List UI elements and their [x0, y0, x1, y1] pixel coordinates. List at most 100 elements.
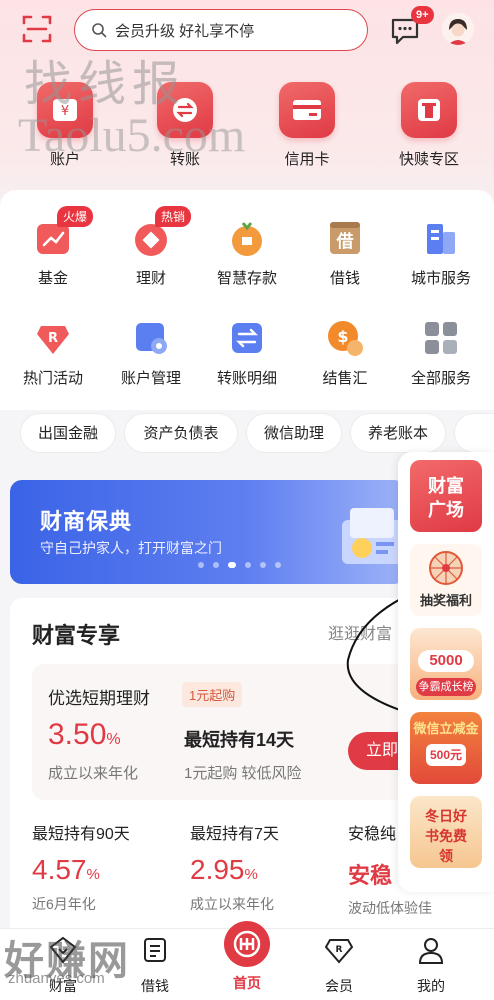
search-placeholder: 会员升级 好礼享不停	[115, 22, 255, 40]
product-head: 最短持有90天	[32, 826, 130, 843]
service-city-label: 城市服务	[410, 270, 471, 287]
lottery-button[interactable]: 抽奖福利	[410, 544, 482, 616]
home-logo-icon	[224, 921, 270, 967]
all-services-icon	[421, 318, 461, 358]
service-exchange-label: 结售汇	[322, 370, 368, 387]
service-borrow-label: 借钱	[329, 270, 360, 287]
hot-tag: 火爆	[57, 206, 94, 227]
wechat-coupon-amount: 500元	[426, 744, 466, 766]
nav-profile[interactable]: 我的	[396, 935, 466, 996]
banner-illustration-icon	[342, 508, 402, 564]
promo-banner[interactable]: 财商保典 守自己护家人，打开财富之门	[10, 480, 406, 584]
product-hold-desc: 1元起购 较低风险	[184, 765, 302, 782]
fund-icon: 火爆	[33, 206, 94, 258]
svg-text:R: R	[48, 331, 58, 346]
watermark-url: Taolu5.com	[18, 109, 246, 162]
deposit-icon	[227, 218, 267, 258]
watermark-logo-url: zhuanyes.com	[8, 970, 105, 987]
growth-button-label: 争霸成长榜	[416, 678, 476, 696]
chip-pension[interactable]: 养老账本	[350, 413, 446, 453]
growth-rank-button[interactable]: 5000 争霸成长榜	[410, 628, 482, 700]
product-7-days[interactable]: 最短持有7天 2.95% 成立以来年化	[190, 820, 279, 914]
service-city[interactable]: 城市服务	[392, 218, 490, 288]
borrow-icon: 借	[325, 218, 365, 258]
svg-text:$: $	[337, 327, 348, 346]
nav-member[interactable]: R 会员	[304, 935, 374, 996]
borrow-glyph: 借	[336, 232, 354, 251]
watermark-text: 找线报	[24, 56, 187, 112]
wechat-coupon-button[interactable]: 微信立减金 500元	[410, 712, 482, 784]
tile-redeem-label: 快赎专区	[398, 151, 459, 168]
product-value: 4.57%	[32, 854, 100, 885]
service-activity-label: 热门活动	[22, 370, 83, 387]
product-rate: 3.50%	[48, 718, 121, 751]
bestseller-tag: 热销	[155, 206, 192, 227]
chip-wechat[interactable]: 微信助理	[246, 413, 342, 453]
service-account-manage[interactable]: 账户管理	[102, 318, 200, 388]
service-all-label: 全部服务	[410, 370, 471, 387]
growth-amount: 5000	[418, 650, 474, 672]
service-exchange[interactable]: $ 结售汇	[296, 318, 394, 388]
finance-icon: 热销	[131, 206, 192, 258]
service-deposit[interactable]: 智慧存款	[198, 218, 296, 288]
borrow-nav-icon	[144, 938, 166, 962]
nav-home-label: 首页	[233, 975, 261, 991]
service-transfer-detail[interactable]: 转账明细	[198, 318, 296, 388]
service-finance-label: 理财	[135, 270, 166, 287]
activity-icon: R	[33, 318, 73, 358]
exchange-icon: $	[325, 318, 365, 358]
product-head: 最短持有7天	[190, 826, 279, 843]
chip-balance-sheet[interactable]: 资产负债表	[124, 413, 238, 453]
nav-member-label: 会员	[325, 978, 353, 994]
product-tag: 1元起购	[182, 682, 243, 707]
avatar-face-icon	[442, 13, 474, 45]
service-borrow[interactable]: 借 借钱	[296, 218, 394, 288]
wealth-title: 财富专享	[32, 623, 121, 648]
nav-profile-label: 我的	[417, 978, 445, 994]
redeem-icon	[401, 82, 457, 138]
chip-overseas[interactable]: 出国金融	[20, 413, 116, 453]
credit-card-icon	[279, 82, 335, 138]
tile-credit-card-label: 信用卡	[284, 151, 330, 168]
product-90-days[interactable]: 最短持有90天 4.57% 近6月年化	[32, 820, 130, 914]
service-deposit-label: 智慧存款	[216, 270, 277, 287]
service-fund-label: 基金	[37, 270, 68, 287]
member-icon: R	[324, 939, 354, 964]
chip-more[interactable]	[454, 413, 494, 453]
lottery-label: 抽奖福利	[419, 593, 472, 608]
nav-home[interactable]: 首页	[212, 921, 282, 993]
banner-title: 财商保典	[40, 509, 133, 534]
account-manage-icon	[131, 318, 171, 358]
product-name: 优选短期理财	[48, 689, 150, 708]
lottery-wheel-icon	[429, 551, 463, 585]
product-desc: 波动低体验佳	[348, 900, 432, 916]
banner-pagination	[198, 562, 281, 568]
nav-borrow-label: 借钱	[141, 978, 169, 994]
product-desc: 成立以来年化	[190, 896, 274, 912]
wealth-plaza-label: 财富广场	[428, 476, 464, 520]
avatar[interactable]	[442, 13, 474, 45]
transfer-detail-icon	[227, 318, 267, 358]
search-icon	[92, 23, 107, 38]
wechat-coupon-title: 微信立减金	[413, 721, 479, 736]
banner-subtitle: 守自己护家人，打开财富之门	[40, 540, 222, 556]
product-desc: 近6月年化	[32, 896, 96, 912]
tile-credit-card[interactable]: 信用卡	[270, 82, 344, 169]
product-hold: 最短持有14天	[184, 730, 295, 750]
product-value: 2.95%	[190, 854, 258, 885]
product-rate-desc: 成立以来年化	[48, 765, 139, 782]
profile-icon	[418, 938, 444, 964]
message-badge: 9+	[411, 6, 434, 24]
wealth-plaza-button[interactable]: 财富广场	[410, 460, 482, 532]
service-finance[interactable]: 热销 理财	[102, 206, 200, 288]
services-card: 火爆 基金 热销 理财 智慧存款 借 借钱 城市服务 R 热门活动 账户管理 转…	[0, 190, 494, 410]
service-all[interactable]: 全部服务	[392, 318, 490, 388]
service-fund[interactable]: 火爆 基金	[4, 206, 102, 288]
nav-borrow[interactable]: 借钱	[120, 935, 190, 996]
scan-icon[interactable]	[22, 14, 52, 44]
svg-text:R: R	[336, 945, 343, 955]
service-transfer-detail-label: 转账明细	[216, 370, 277, 387]
free-book-button[interactable]: 冬日好书免费领	[410, 796, 482, 868]
tile-redeem[interactable]: 快赎专区	[392, 82, 466, 169]
service-activity[interactable]: R 热门活动	[4, 318, 102, 388]
